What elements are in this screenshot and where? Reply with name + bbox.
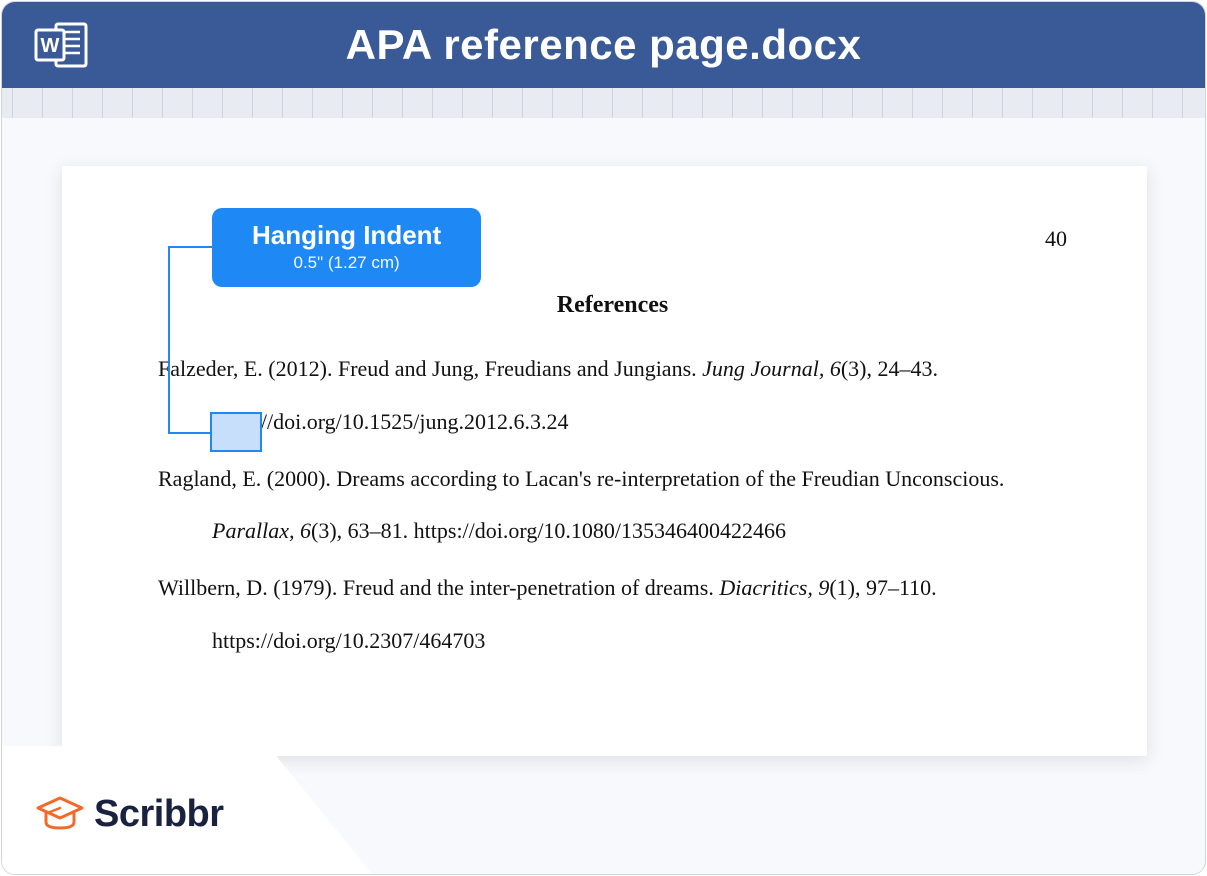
hanging-indent-callout: Hanging Indent 0.5" (1.27 cm) — [212, 208, 481, 287]
callout-connector — [168, 246, 212, 248]
app-window: W APA reference page.docx 40 Hanging Ind… — [1, 1, 1206, 875]
document-page: 40 Hanging Indent 0.5" (1.27 cm) Referen… — [62, 166, 1147, 756]
callout-title: Hanging Indent — [252, 220, 441, 251]
logo-tab: Scribbr — [2, 754, 362, 874]
scribbr-brand-name: Scribbr — [94, 793, 224, 836]
word-icon: W — [34, 20, 90, 70]
svg-text:W: W — [41, 35, 60, 57]
scribbr-logo: Scribbr — [36, 793, 224, 836]
ruler — [2, 88, 1205, 118]
graduation-cap-icon — [36, 794, 84, 834]
reference-entry: Ragland, E. (2000). Dreams according to … — [158, 453, 1067, 559]
reference-entry: Falzeder, E. (2012). Freud and Jung, Fre… — [158, 343, 1067, 449]
titlebar: W APA reference page.docx — [2, 2, 1205, 88]
references-list: Falzeder, E. (2012). Freud and Jung, Fre… — [158, 343, 1067, 668]
canvas-area: 40 Hanging Indent 0.5" (1.27 cm) Referen… — [2, 118, 1205, 874]
document-title: APA reference page.docx — [346, 21, 862, 69]
references-heading: References — [158, 292, 1067, 319]
indent-marker — [210, 412, 262, 452]
reference-entry: Willbern, D. (1979). Freud and the inter… — [158, 562, 1067, 668]
callout-subtitle: 0.5" (1.27 cm) — [252, 253, 441, 273]
page-number: 40 — [1045, 226, 1067, 252]
